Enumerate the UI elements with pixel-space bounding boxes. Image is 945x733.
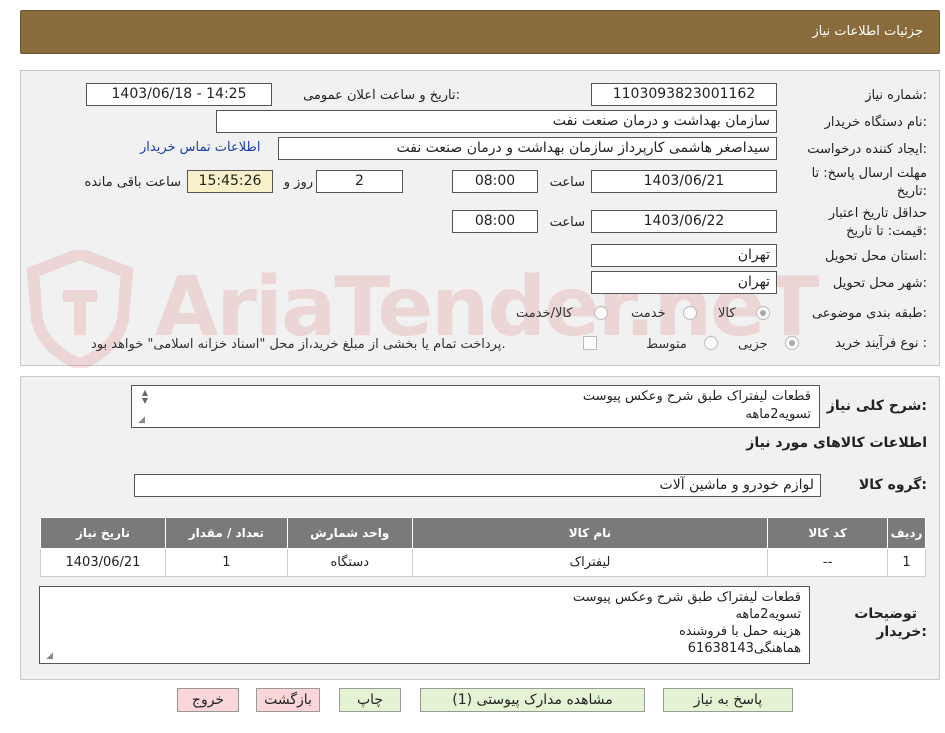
- need-number-field: 1103093823001162: [591, 83, 777, 106]
- city-field: تهران: [591, 271, 777, 294]
- announce-field: 1403/06/18 - 14:25: [86, 83, 272, 106]
- buyer-contact-link[interactable]: اطلاعات تماس خریدار: [140, 140, 260, 155]
- category-option-goods-service: کالا/خدمت: [516, 306, 573, 321]
- goods-info-title: اطلاعات کالاهای مورد نیاز: [746, 435, 927, 451]
- buyer-notes-textarea[interactable]: قطعات لیفتراک طبق شرح وعکس پیوست تسویه2م…: [39, 586, 810, 664]
- col-code: کد کالا: [767, 517, 889, 549]
- announce-label: تاریخ و ساعت اعلان عمومی:: [303, 88, 460, 103]
- process-option-medium: متوسط: [646, 337, 687, 352]
- deadline-time-field: 08:00: [452, 170, 538, 193]
- resize-grip-icon[interactable]: ◢: [135, 415, 145, 425]
- col-name: نام کالا: [411, 517, 769, 549]
- process-radio-minor[interactable]: [785, 336, 799, 350]
- reply-button[interactable]: پاسخ به نیاز: [663, 688, 793, 712]
- process-option-minor: جزیی: [738, 337, 768, 352]
- validity-date-field: 1403/06/22: [591, 210, 777, 233]
- back-button[interactable]: بازگشت: [256, 688, 320, 712]
- province-field: تهران: [591, 244, 777, 267]
- cell-code: --: [767, 548, 889, 577]
- process-radio-medium[interactable]: [704, 336, 718, 350]
- items-table: ردیف کد کالا نام کالا واحد شمارش تعداد /…: [40, 517, 926, 577]
- need-number-label: شماره نیاز:: [865, 88, 927, 103]
- col-date: تاریخ نیاز: [40, 517, 166, 549]
- category-radio-goods-service[interactable]: [594, 306, 608, 320]
- validity-time-field: 08:00: [452, 210, 538, 233]
- category-option-goods: کالا: [718, 306, 736, 321]
- summary-line-1: قطعات لیفتراک طبق شرح وعکس پیوست: [582, 389, 811, 404]
- category-radio-service[interactable]: [683, 306, 697, 320]
- treasury-payment-checkbox[interactable]: [583, 336, 597, 350]
- category-option-service: خدمت: [631, 306, 666, 321]
- category-radio-goods[interactable]: [756, 306, 770, 320]
- days-count-field: 2: [316, 170, 403, 193]
- exit-button[interactable]: خروج: [177, 688, 239, 712]
- remaining-word: ساعت باقی مانده: [84, 175, 181, 190]
- col-row: ردیف: [887, 517, 926, 549]
- print-button[interactable]: چاپ: [339, 688, 401, 712]
- cell-date: 1403/06/21: [40, 548, 166, 577]
- days-word: روز و: [283, 175, 313, 190]
- requester-label: ایجاد کننده درخواست:: [807, 142, 927, 157]
- buyer-org-label: نام دستگاه خریدار:: [824, 115, 927, 130]
- buyer-notes-line-3: هزینه حمل با فروشنده: [678, 624, 801, 639]
- summary-textarea[interactable]: قطعات لیفتراک طبق شرح وعکس پیوست تسویه2م…: [131, 385, 820, 428]
- buyer-notes-line-2: تسویه2ماهه: [735, 607, 801, 622]
- col-unit: واحد شمارش: [286, 517, 413, 549]
- buyer-notes-label-line1: توضیحات: [854, 606, 917, 622]
- city-label: شهر محل تحویل:: [832, 276, 927, 291]
- deadline-date-field: 1403/06/21: [591, 170, 777, 193]
- goods-group-label: گروه کالا:: [858, 477, 927, 493]
- summary-line-2: تسویه2ماهه: [745, 407, 811, 422]
- deadline-label-line1: مهلت ارسال پاسخ: تا: [811, 166, 927, 181]
- remaining-time-field: 15:45:26: [187, 170, 273, 193]
- cell-name: لیفتراک: [411, 548, 769, 577]
- scroll-arrows-icon[interactable]: ▲ ▼: [136, 389, 148, 405]
- validity-label-line2: قیمت: تا تاریخ:: [846, 224, 927, 239]
- requester-field: سیداصغر هاشمی کارپرداز سازمان بهداشت و د…: [278, 137, 777, 160]
- deadline-label-line2: تاریخ:: [896, 184, 927, 199]
- items-table-header: ردیف کد کالا نام کالا واحد شمارش تعداد /…: [40, 517, 926, 549]
- page-title: جزئیات اطلاعات نیاز: [812, 24, 923, 39]
- cell-unit: دستگاه: [286, 548, 413, 577]
- resize-grip-icon[interactable]: ◢: [43, 651, 53, 661]
- col-qty: تعداد / مقدار: [164, 517, 288, 549]
- buyer-notes-line-1: قطعات لیفتراک طبق شرح وعکس پیوست: [572, 590, 801, 605]
- process-label: نوع فرآیند خرید :: [835, 336, 927, 351]
- buyer-notes-line-4: هماهنگی61638143: [687, 641, 801, 656]
- page-header: جزئیات اطلاعات نیاز: [20, 10, 940, 54]
- view-attachments-button[interactable]: مشاهده مدارک پیوستی (1): [420, 688, 645, 712]
- treasury-payment-note: پرداخت تمام یا بخشی از مبلغ خرید،از محل …: [91, 337, 506, 352]
- validity-time-word: ساعت: [549, 215, 585, 230]
- validity-label-line1: حداقل تاریخ اعتبار: [828, 206, 927, 221]
- table-row[interactable]: 1 -- لیفتراک دستگاه 1 1403/06/21: [40, 548, 926, 577]
- goods-group-field: لوازم خودرو و ماشین آلات: [134, 474, 821, 497]
- buyer-org-field: سازمان بهداشت و درمان صنعت نفت: [216, 110, 777, 133]
- cell-qty: 1: [164, 548, 288, 577]
- buyer-notes-label-line2: خریدار:: [876, 624, 927, 640]
- deadline-time-word: ساعت: [549, 175, 585, 190]
- category-label: طبقه بندی موضوعی:: [811, 306, 927, 321]
- province-label: استان محل تحویل:: [825, 249, 927, 264]
- cell-row: 1: [887, 548, 926, 577]
- summary-label: شرح کلی نیاز:: [826, 398, 927, 414]
